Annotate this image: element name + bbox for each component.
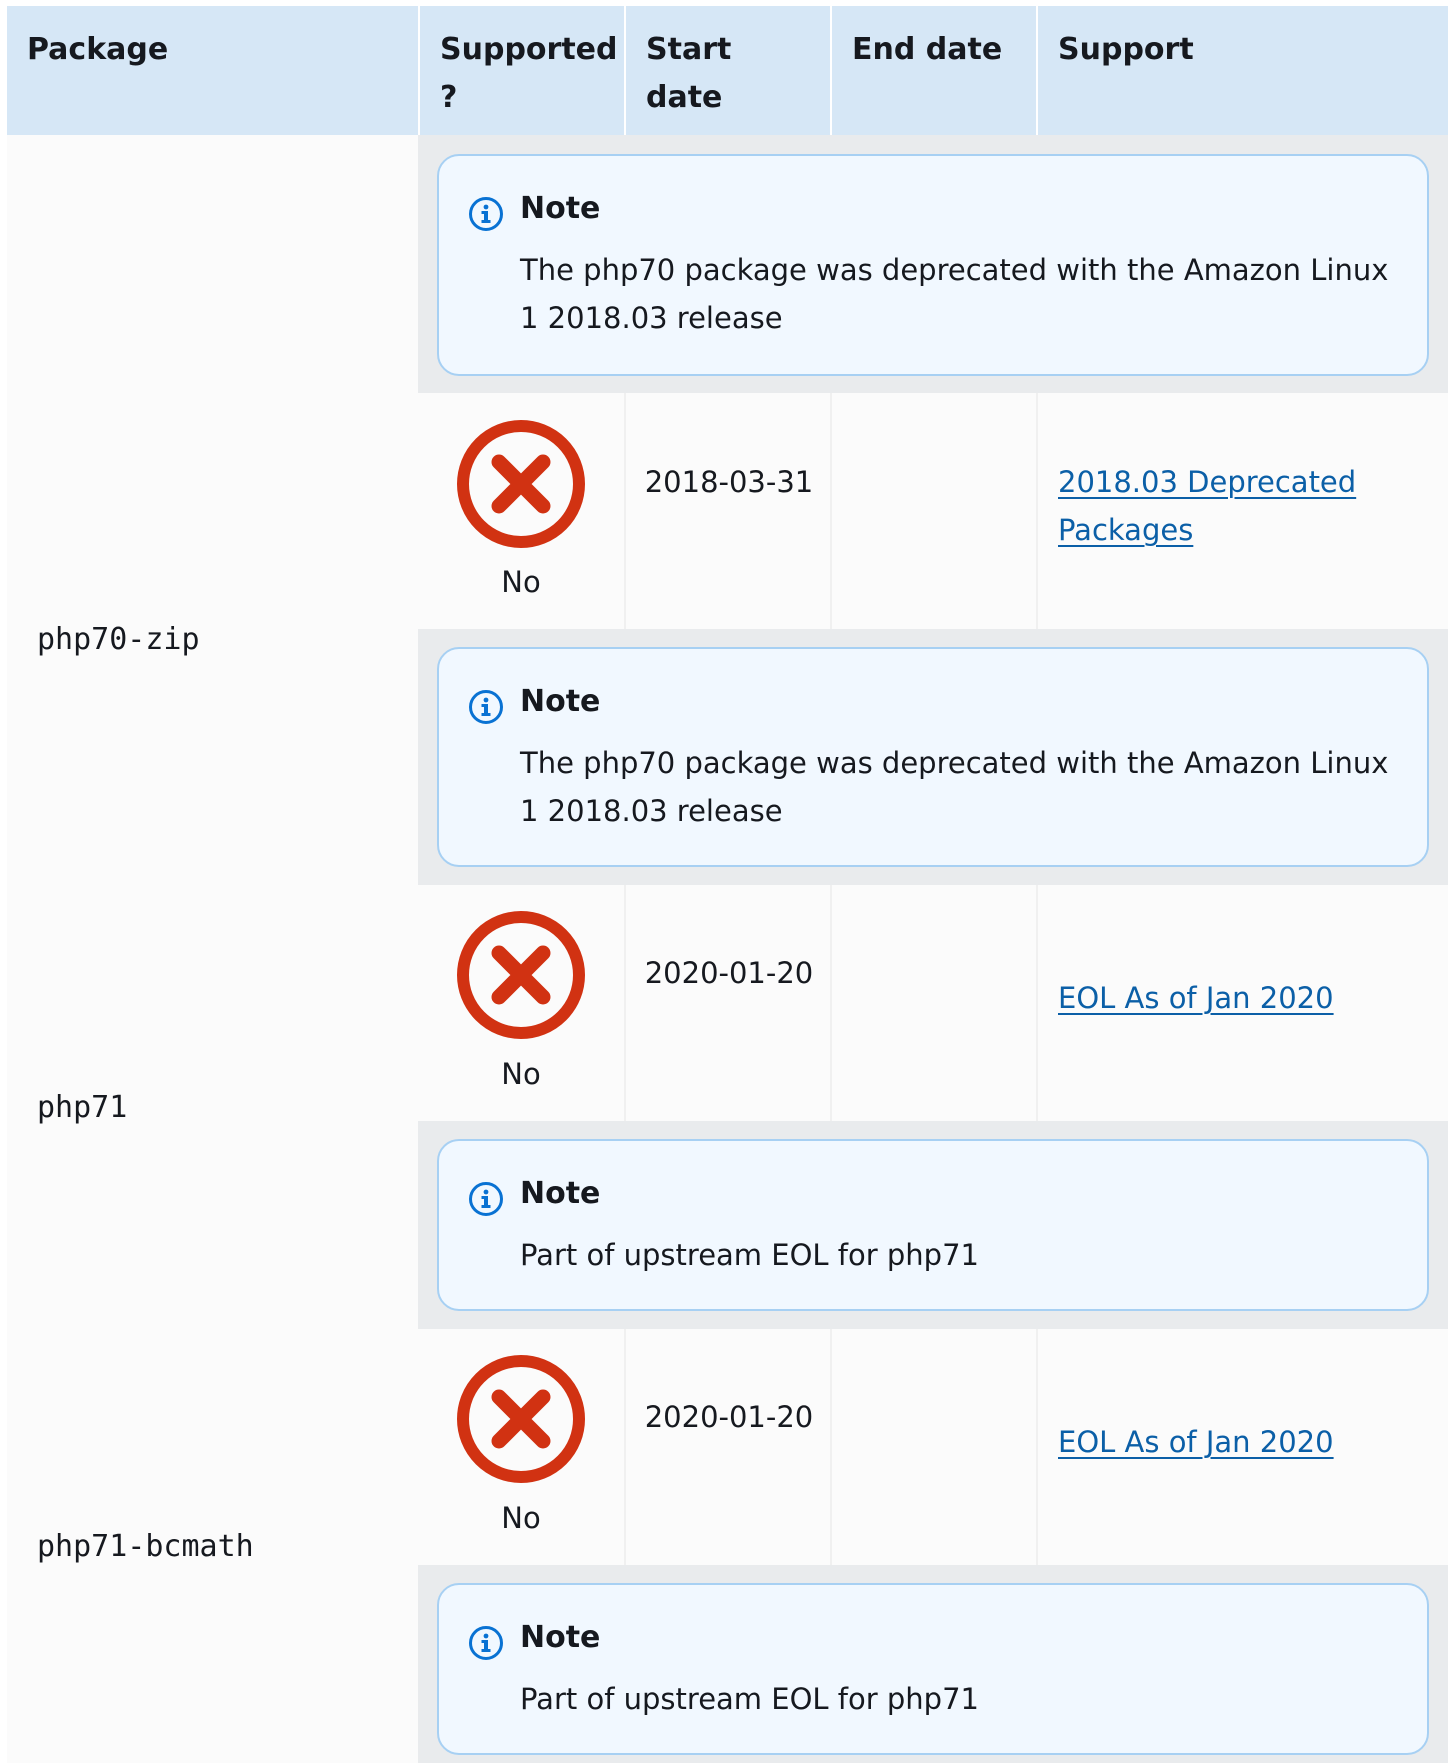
note-box: Note The php70 package was deprecated wi…: [437, 154, 1429, 376]
note-text: Part of upstream EOL for php71: [520, 1238, 979, 1272]
start-date-cell: 2020-01-20: [624, 1329, 830, 1565]
supported-cell: No: [418, 885, 624, 1121]
support-link[interactable]: EOL As of Jan 2020: [1058, 974, 1388, 1022]
supported-status: No: [501, 1057, 541, 1091]
note-title: Note: [520, 1176, 601, 1211]
supported-status: No: [501, 1501, 541, 1535]
table-row: No 2020-01-20 EOL As of Jan 2020: [418, 885, 1448, 1121]
table-row: No 2020-01-20 EOL As of Jan 2020: [418, 1329, 1448, 1565]
note-title: Note: [520, 1620, 601, 1655]
note-title: Note: [520, 191, 601, 226]
package-name: php71: [7, 885, 418, 1329]
support-link[interactable]: 2018.03 Deprecated Packages: [1058, 458, 1388, 554]
package-name: php70-zip: [7, 393, 418, 885]
header-end-date: End date: [830, 6, 1036, 135]
package-name: php71-bcmath: [7, 1329, 418, 1763]
note-text: The php70 package was deprecated with th…: [520, 253, 1389, 335]
start-date: 2018-03-31: [644, 465, 814, 499]
note-box: Note Part of upstream EOL for php71: [437, 1139, 1429, 1311]
note-row: Note The php70 package was deprecated wi…: [418, 629, 1448, 885]
support-link[interactable]: EOL As of Jan 2020: [1058, 1418, 1388, 1466]
note-box: Note The php70 package was deprecated wi…: [437, 647, 1429, 867]
supported-cell: No: [418, 1329, 624, 1565]
note-text: Part of upstream EOL for php71: [520, 1682, 979, 1716]
note-row: Note Part of upstream EOL for php71: [418, 1565, 1448, 1763]
start-date-cell: 2018-03-31: [624, 393, 830, 629]
support-cell: EOL As of Jan 2020: [1036, 1329, 1448, 1565]
note-title: Note: [520, 684, 601, 719]
note-box: Note Part of upstream EOL for php71: [437, 1583, 1429, 1755]
support-cell: EOL As of Jan 2020: [1036, 885, 1448, 1121]
package-cell-continued: [7, 135, 418, 393]
table-row: No 2018-03-31 2018.03 Deprecated Package…: [418, 393, 1448, 629]
supported-status: No: [501, 565, 541, 599]
start-date-cell: 2020-01-20: [624, 885, 830, 1121]
supported-cell: No: [418, 393, 624, 629]
note-row: Note Part of upstream EOL for php71: [418, 1121, 1448, 1329]
start-date: 2020-01-20: [644, 1400, 814, 1434]
end-date-cell: [830, 885, 1036, 1121]
support-cell: 2018.03 Deprecated Packages: [1036, 393, 1448, 629]
header-supported: Supported ?: [418, 6, 624, 135]
header-support: Support: [1036, 6, 1448, 135]
info-icon: [469, 197, 503, 231]
x-circle-icon: [457, 420, 585, 548]
note-text: The php70 package was deprecated with th…: [520, 746, 1389, 828]
x-circle-icon: [457, 911, 585, 1039]
info-icon: [469, 690, 503, 724]
note-row: Note The php70 package was deprecated wi…: [418, 135, 1448, 393]
header-package: Package: [7, 6, 418, 135]
header-start-date: Start date: [624, 6, 830, 135]
packages-table: Package Supported ? Start date End date …: [0, 0, 1448, 1763]
info-icon: [469, 1182, 503, 1216]
info-icon: [469, 1626, 503, 1660]
end-date-cell: [830, 1329, 1036, 1565]
x-circle-icon: [457, 1355, 585, 1483]
start-date: 2020-01-20: [644, 956, 814, 990]
end-date-cell: [830, 393, 1036, 629]
